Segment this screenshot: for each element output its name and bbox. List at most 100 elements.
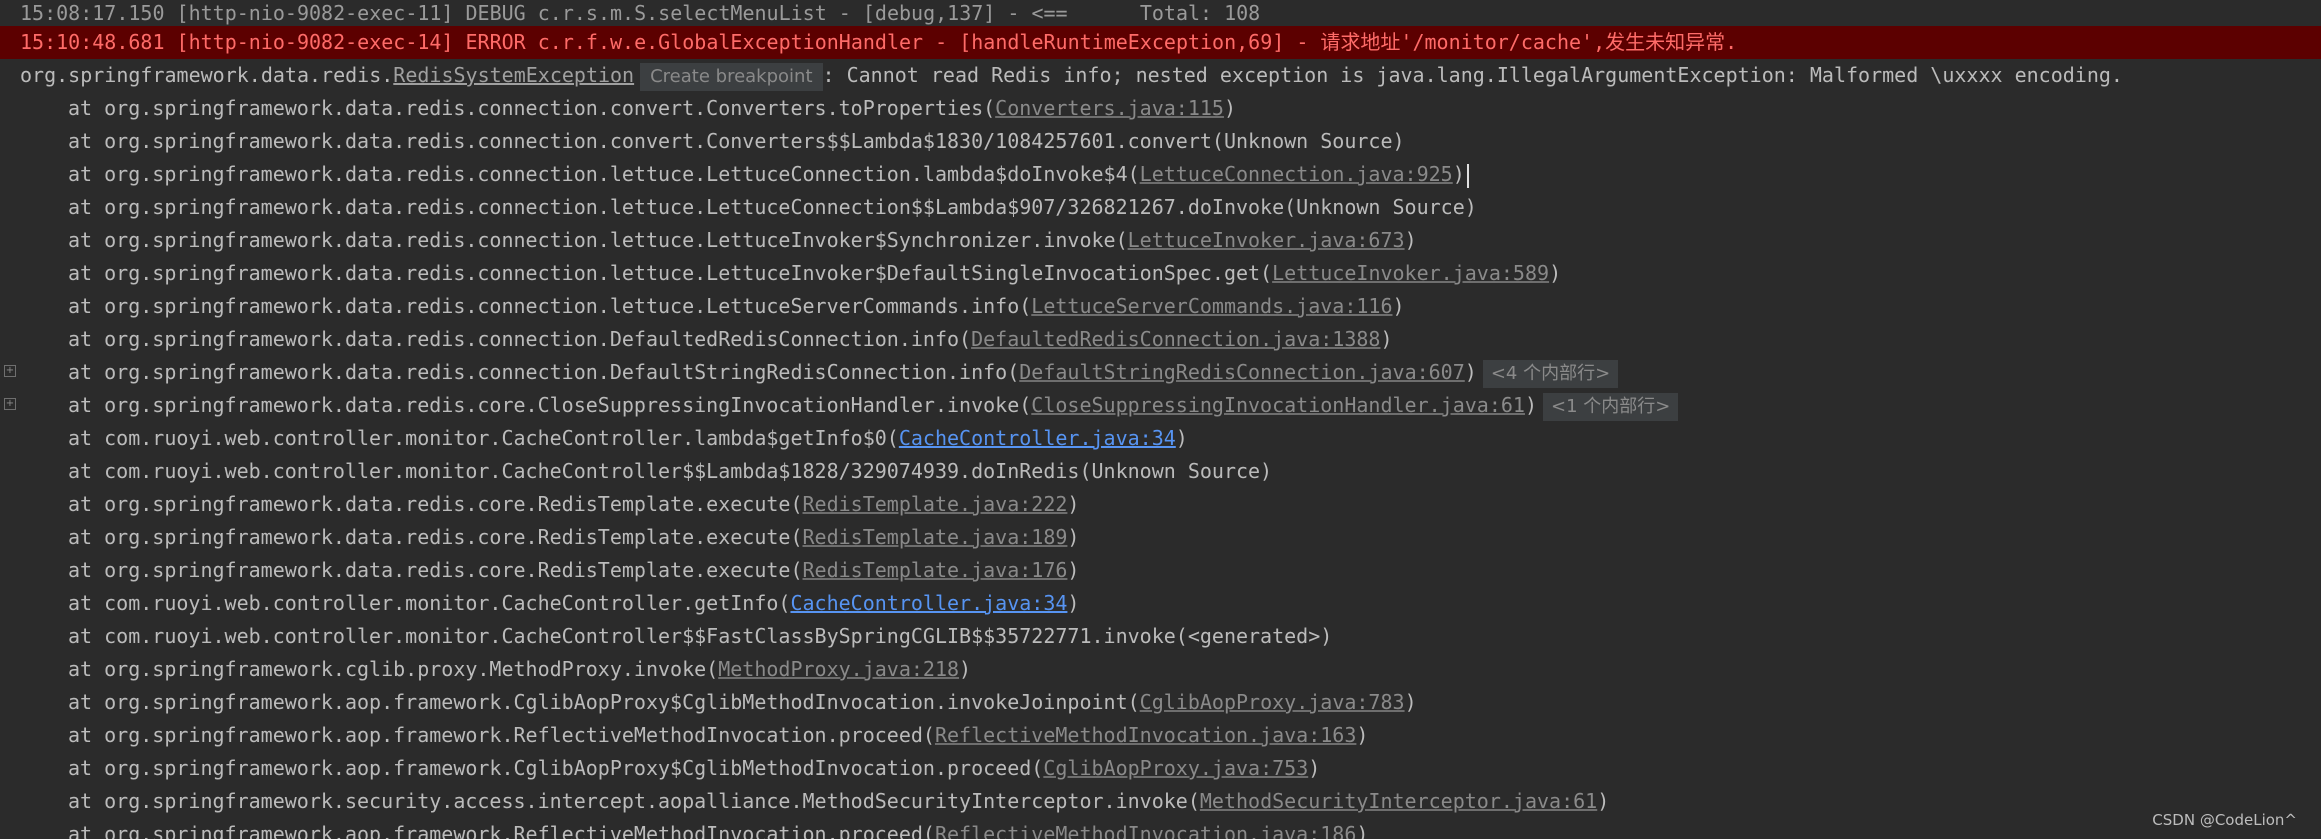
stack-frame-line: at com.ruoyi.web.controller.monitor.Cach…: [0, 587, 2321, 620]
source-link[interactable]: MethodProxy.java:218: [718, 657, 959, 681]
stack-frame-text: at org.springframework.cglib.proxy.Metho…: [68, 657, 719, 681]
stack-frame-suffix: ): [1067, 525, 1080, 549]
source-link[interactable]: CloseSuppressingInvocationHandler.java:6…: [1031, 393, 1525, 417]
log-line-debug: 15:08:17.150 [http-nio-9082-exec-11] DEB…: [0, 0, 2321, 26]
stack-frame-text: at org.springframework.data.redis.core.R…: [68, 492, 803, 516]
source-link[interactable]: CglibAopProxy.java:783: [1140, 690, 1405, 714]
stack-frame-suffix: ): [1404, 690, 1417, 714]
stack-frame-text: at com.ruoyi.web.controller.monitor.Cach…: [68, 459, 1273, 483]
stack-frame-line: at org.springframework.cglib.proxy.Metho…: [0, 653, 2321, 686]
stack-frame-suffix: ): [1356, 723, 1369, 747]
source-link[interactable]: LettuceInvoker.java:589: [1272, 261, 1549, 285]
stack-frame-text: at com.ruoyi.web.controller.monitor.Cach…: [68, 426, 899, 450]
stack-frame-suffix: ): [1452, 162, 1465, 186]
stack-frame-suffix: ): [1067, 558, 1080, 582]
stack-frame-text: at org.springframework.aop.framework.Cgl…: [68, 756, 1044, 780]
stack-frame-text: at org.springframework.data.redis.connec…: [68, 360, 1020, 384]
source-link[interactable]: RedisTemplate.java:222: [803, 492, 1068, 516]
source-link[interactable]: DefaultStringRedisConnection.java:607: [1019, 360, 1465, 384]
stack-frame-suffix: ): [1597, 789, 1610, 813]
stack-frame-text: at org.springframework.data.redis.connec…: [68, 261, 1273, 285]
stack-frame-line: at org.springframework.data.redis.connec…: [0, 92, 2321, 125]
stack-frame-line: at org.springframework.aop.framework.Ref…: [0, 719, 2321, 752]
stack-frame-text: at org.springframework.data.redis.connec…: [68, 129, 1405, 153]
stack-frame-line: at org.springframework.data.redis.connec…: [0, 257, 2321, 290]
exception-message: : Cannot read Redis info; nested excepti…: [822, 63, 2123, 87]
source-link[interactable]: LettuceConnection.java:925: [1140, 162, 1453, 186]
stack-frame-suffix: ): [1175, 426, 1188, 450]
stack-frame-line: + at org.springframework.data.redis.conne…: [0, 356, 2321, 389]
log-line-error: 15:10:48.681 [http-nio-9082-exec-14] ERR…: [0, 26, 2321, 59]
stack-frame-line: at com.ruoyi.web.controller.monitor.Cach…: [0, 422, 2321, 455]
expand-fold-icon[interactable]: +: [4, 365, 16, 377]
stack-frame-text: at org.springframework.security.access.i…: [68, 789, 1200, 813]
text-cursor: [1466, 163, 1469, 188]
stack-frame-text: at org.springframework.aop.framework.Ref…: [68, 723, 935, 747]
stack-frame-text: at org.springframework.data.redis.connec…: [68, 294, 1032, 318]
stack-frame-suffix: ): [1308, 756, 1321, 780]
stack-frame-text: at org.springframework.data.redis.connec…: [68, 327, 972, 351]
create-breakpoint-button[interactable]: Create breakpoint: [640, 62, 823, 91]
stack-frame-line: at org.springframework.security.access.i…: [0, 785, 2321, 818]
exception-prefix: org.springframework.data.redis.: [20, 63, 394, 87]
stack-frame-text: at org.springframework.aop.framework.Cgl…: [68, 690, 1140, 714]
stack-frame-line: at com.ruoyi.web.controller.monitor.Cach…: [0, 620, 2321, 653]
source-link[interactable]: ReflectiveMethodInvocation.java:163: [935, 723, 1356, 747]
stack-frame-line: at org.springframework.data.redis.connec…: [0, 191, 2321, 224]
stack-frame-suffix: ): [1549, 261, 1562, 285]
stack-frame-line: at org.springframework.aop.framework.Cgl…: [0, 686, 2321, 719]
stack-frame-text: at org.springframework.data.redis.core.R…: [68, 525, 803, 549]
source-link[interactable]: RedisTemplate.java:189: [803, 525, 1068, 549]
exception-class-link[interactable]: RedisSystemException: [393, 63, 634, 87]
stack-frame-suffix: ): [1380, 327, 1393, 351]
source-link[interactable]: CacheController.java:34: [790, 591, 1067, 615]
stack-frame-text: at org.springframework.aop.framework.Ref…: [68, 822, 935, 839]
exception-line: org.springframework.data.redis.RedisSyst…: [0, 59, 2321, 92]
console-output: 15:08:17.150 [http-nio-9082-exec-11] DEB…: [0, 0, 2321, 839]
stack-frame-suffix: ): [1392, 294, 1405, 318]
stack-frame-text: at com.ruoyi.web.controller.monitor.Cach…: [68, 591, 791, 615]
source-link[interactable]: LettuceInvoker.java:673: [1128, 228, 1405, 252]
stack-frame-text: at org.springframework.data.redis.connec…: [68, 195, 1477, 219]
stack-frame-line: at org.springframework.data.redis.connec…: [0, 224, 2321, 257]
stack-frame-line: at org.springframework.data.redis.connec…: [0, 125, 2321, 158]
stack-frame-line: at org.springframework.data.redis.connec…: [0, 158, 2321, 191]
stack-frame-line: at org.springframework.data.redis.core.R…: [0, 521, 2321, 554]
stack-frame-line: at com.ruoyi.web.controller.monitor.Cach…: [0, 455, 2321, 488]
folded-lines-badge[interactable]: <4 个内部行>: [1482, 360, 1619, 388]
stack-frame-text: at org.springframework.data.redis.connec…: [68, 96, 996, 120]
stack-frame-text: at com.ruoyi.web.controller.monitor.Cach…: [68, 624, 1333, 648]
stack-frame-line: at org.springframework.aop.framework.Ref…: [0, 818, 2321, 839]
debug-text: 15:08:17.150 [http-nio-9082-exec-11] DEB…: [20, 1, 1261, 25]
stack-frame-suffix: ): [1356, 822, 1369, 839]
stack-frame-text: at org.springframework.data.redis.connec…: [68, 228, 1128, 252]
stack-frame-suffix: ): [1404, 228, 1417, 252]
error-text: 15:10:48.681 [http-nio-9082-exec-14] ERR…: [20, 30, 1738, 54]
stack-frame-text: at org.springframework.data.redis.core.R…: [68, 558, 803, 582]
source-link[interactable]: DefaultedRedisConnection.java:1388: [971, 327, 1380, 351]
source-link[interactable]: ReflectiveMethodInvocation.java:186: [935, 822, 1356, 839]
folded-lines-badge[interactable]: <1 个内部行>: [1543, 393, 1679, 421]
watermark: CSDN @CodeLion^: [2152, 811, 2297, 829]
source-link[interactable]: CacheController.java:34: [899, 426, 1176, 450]
source-link[interactable]: CglibAopProxy.java:753: [1043, 756, 1308, 780]
stack-frame-suffix: ): [1223, 96, 1236, 120]
stack-frame-line: at org.springframework.data.redis.connec…: [0, 290, 2321, 323]
source-link[interactable]: LettuceServerCommands.java:116: [1031, 294, 1392, 318]
stack-frame-text: at org.springframework.data.redis.core.C…: [68, 393, 1032, 417]
stack-frame-suffix: ): [1067, 591, 1080, 615]
source-link[interactable]: Converters.java:115: [995, 96, 1224, 120]
stack-frame-text: at org.springframework.data.redis.connec…: [68, 162, 1140, 186]
stack-frame-suffix: ): [959, 657, 972, 681]
stack-frame-suffix: ): [1067, 492, 1080, 516]
stack-frame-suffix: ): [1524, 393, 1538, 417]
stack-frame-suffix: ): [1464, 360, 1477, 384]
stack-frame-line: at org.springframework.data.redis.core.R…: [0, 488, 2321, 521]
stack-frame-line: + at org.springframework.data.redis.core.…: [0, 389, 2321, 422]
stack-frame-line: at org.springframework.aop.framework.Cgl…: [0, 752, 2321, 785]
expand-fold-icon[interactable]: +: [4, 398, 16, 410]
stack-frame-line: at org.springframework.data.redis.core.R…: [0, 554, 2321, 587]
source-link[interactable]: RedisTemplate.java:176: [803, 558, 1068, 582]
source-link[interactable]: MethodSecurityInterceptor.java:61: [1200, 789, 1597, 813]
stack-frame-line: at org.springframework.data.redis.connec…: [0, 323, 2321, 356]
